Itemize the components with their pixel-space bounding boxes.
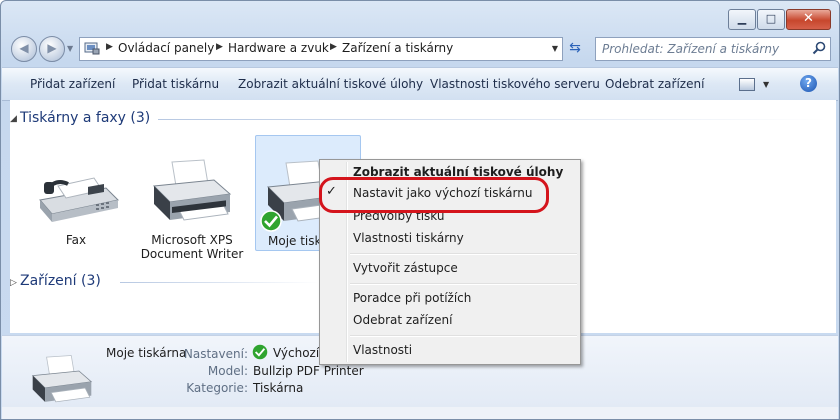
device-label: Fax	[65, 233, 87, 247]
menu-item-troubleshoot[interactable]: Poradce při potížích	[353, 291, 471, 305]
search-icon[interactable]	[812, 41, 826, 55]
menu-item-printer-properties[interactable]: Vlastnosti tiskárny	[353, 231, 464, 245]
fax-icon	[39, 177, 120, 222]
device-fax[interactable]: Fax	[24, 158, 128, 250]
minimize-button[interactable]: ▁	[728, 9, 756, 30]
group-header-devices[interactable]: Zařízení (3)	[20, 273, 101, 289]
device-microsoft-xps-writer[interactable]: Microsoft XPS Document Writer	[140, 158, 244, 266]
menu-item-remove-device[interactable]: Odebrat zařízení	[353, 313, 452, 327]
details-value: Bullzip PDF Printer	[253, 364, 364, 378]
close-button[interactable]: ✕	[786, 9, 831, 30]
menu-item-properties[interactable]: Vlastnosti	[353, 343, 412, 357]
caption-buttons: ▁ □ ✕	[727, 9, 831, 30]
breadcrumb-separator-icon[interactable]: ▶	[216, 42, 223, 52]
details-key: Model:	[207, 364, 248, 378]
maximize-icon: □	[765, 12, 777, 25]
address-bar[interactable]: ▶ Ovládací panely ▶ Hardware a zvuk ▶ Za…	[79, 37, 563, 61]
printer-icon	[31, 355, 93, 403]
forward-arrow-icon: ▶	[47, 41, 57, 55]
breadcrumb-control-panel[interactable]: Ovládací panely	[118, 41, 214, 55]
maximize-button[interactable]: □	[757, 9, 785, 30]
red-highlight-annotation	[319, 177, 549, 213]
details-key: Kategorie:	[186, 381, 248, 395]
group-divider	[120, 282, 320, 283]
refresh-button[interactable]: ⇆	[564, 37, 586, 59]
default-check-icon	[252, 344, 268, 360]
default-check-icon	[260, 210, 282, 232]
see-print-jobs-button[interactable]: Zobrazit aktuální tiskové úlohy	[238, 77, 423, 91]
breadcrumb-devices-and-printers[interactable]: Zařízení a tiskárny	[342, 41, 453, 55]
details-value: Výchozí	[273, 346, 320, 360]
add-printer-button[interactable]: Přidat tiskárnu	[132, 77, 219, 91]
device-label: Microsoft XPS	[151, 233, 233, 247]
add-device-button[interactable]: Přidat zařízení	[30, 77, 115, 91]
breadcrumb-separator-icon[interactable]: ▶	[330, 42, 337, 52]
search-placeholder: Prohledat: Zařízení a tiskárny	[602, 42, 780, 56]
back-button[interactable]: ◀	[11, 36, 37, 62]
command-bar: Přidat zařízení Přidat tiskárnu Zobrazit…	[2, 67, 838, 101]
view-dropdown-icon[interactable]: ▼	[763, 80, 769, 89]
refresh-icon: ⇆	[569, 40, 581, 56]
address-dropdown-icon[interactable]: ▼	[552, 44, 558, 53]
back-arrow-icon: ◀	[19, 41, 29, 55]
control-panel-icon	[84, 42, 100, 55]
status-bar	[2, 407, 838, 419]
group-header-printers[interactable]: Tiskárny a faxy (3)	[20, 110, 150, 126]
close-icon: ✕	[803, 11, 814, 26]
breadcrumb-separator-icon[interactable]: ▶	[106, 42, 113, 52]
details-device-name: Moje tiskárna	[106, 346, 187, 360]
breadcrumb-hardware-and-sound[interactable]: Hardware a zvuk	[228, 41, 329, 55]
group-divider	[158, 119, 828, 120]
change-view-icon[interactable]	[739, 78, 755, 91]
print-server-properties-button[interactable]: Vlastnosti tiskového serveru	[430, 77, 600, 91]
forward-button[interactable]: ▶	[39, 36, 65, 62]
printer-icon	[152, 159, 232, 221]
remove-device-button[interactable]: Odebrat zařízení	[605, 77, 704, 91]
menu-separator	[350, 283, 577, 285]
menu-separator	[350, 335, 577, 337]
minimize-icon: ▁	[737, 12, 747, 25]
details-key: Nastavení:	[183, 347, 248, 361]
help-icon[interactable]: ?	[800, 75, 817, 92]
recent-pages-dropdown-icon[interactable]: ▼	[67, 44, 73, 53]
device-label: Document Writer	[140, 247, 244, 261]
menu-separator	[350, 253, 577, 255]
details-value: Tiskárna	[253, 381, 304, 395]
expand-triangle-icon[interactable]: ▷	[10, 278, 17, 288]
explorer-window: ▁ □ ✕ ◀ ▶ ▼ ▶ Ovládací panely ▶ Hardware…	[0, 0, 840, 420]
search-box[interactable]: Prohledat: Zařízení a tiskárny	[595, 37, 831, 61]
menu-item-create-shortcut[interactable]: Vytvořit zástupce	[353, 261, 458, 275]
navigation-bar: ◀ ▶ ▼ ▶ Ovládací panely ▶ Hardware a zvu…	[9, 35, 831, 63]
collapse-triangle-icon[interactable]: ◢	[10, 114, 17, 124]
